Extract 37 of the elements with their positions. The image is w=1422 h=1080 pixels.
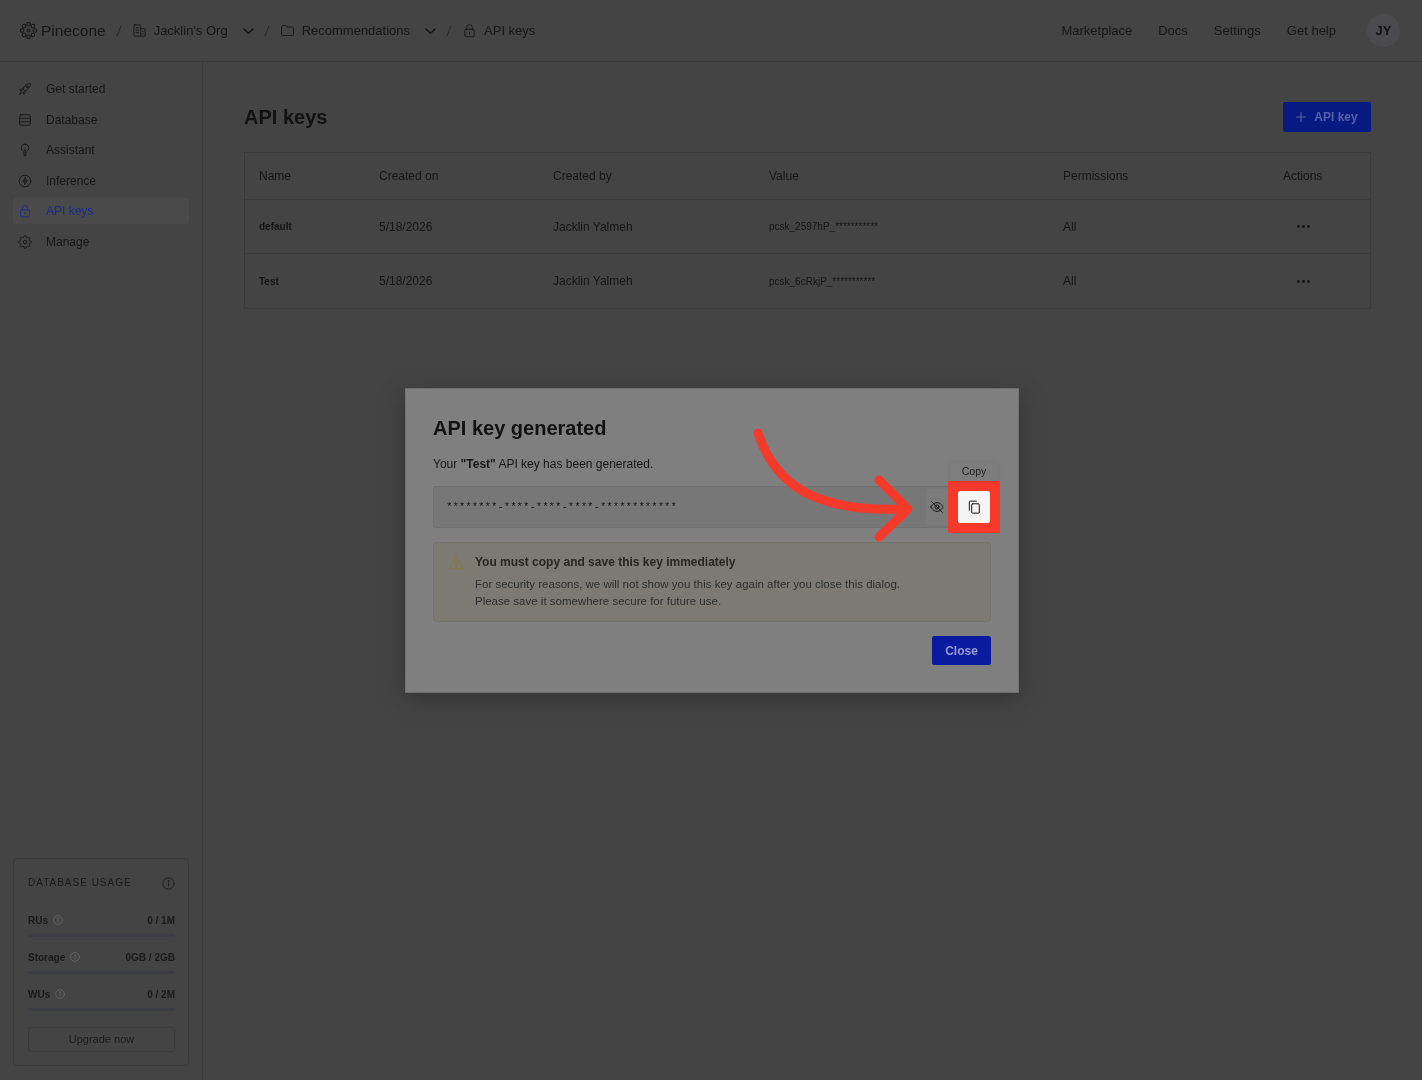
dialog-title: API key generated (433, 416, 608, 440)
plus-icon (1296, 112, 1307, 122)
copy-tooltip: Copy (950, 462, 998, 481)
add-api-key-button[interactable]: API key (1283, 102, 1371, 132)
eye-slash-icon (930, 500, 944, 514)
lightbulb-icon (18, 143, 32, 158)
copy-button[interactable] (958, 491, 990, 523)
user-avatar[interactable]: JY (1367, 14, 1400, 47)
close-button[interactable]: Close (932, 636, 991, 665)
info-icon[interactable] (55, 988, 66, 999)
chevron-down-icon (425, 27, 437, 34)
warning-title: You must copy and save this key immediately (475, 554, 737, 571)
copy-icon (967, 500, 981, 514)
folder-icon (279, 23, 295, 38)
lightning-icon (18, 173, 32, 188)
visibility-toggle[interactable] (926, 489, 948, 525)
slash-icon (446, 24, 453, 37)
database-icon (18, 112, 32, 127)
sidebar-item[interactable]: API keys (13, 198, 189, 225)
api-key-value: ********-****-****-****-************ (446, 499, 678, 515)
info-icon[interactable] (162, 876, 175, 890)
slash-icon (263, 24, 270, 37)
settings-icon (18, 234, 32, 249)
warning-icon (448, 556, 464, 570)
info-icon[interactable] (70, 951, 81, 962)
lock-icon (462, 23, 478, 38)
slash-icon (115, 24, 122, 37)
building-icon (131, 23, 147, 38)
more-icon[interactable] (1297, 225, 1310, 228)
more-icon[interactable] (1297, 279, 1310, 283)
info-icon[interactable] (53, 914, 63, 925)
rocket-icon (18, 82, 32, 96)
logo-icon (20, 22, 37, 39)
warning-text: For security reasons, we will not show you this key again after you close this dialog. Please save it somewhere secure for future use. (475, 577, 902, 609)
lock-icon (18, 204, 32, 219)
chevron-down-icon (242, 27, 254, 34)
api-key-field[interactable]: ********-****-****-****-************ (433, 486, 948, 528)
